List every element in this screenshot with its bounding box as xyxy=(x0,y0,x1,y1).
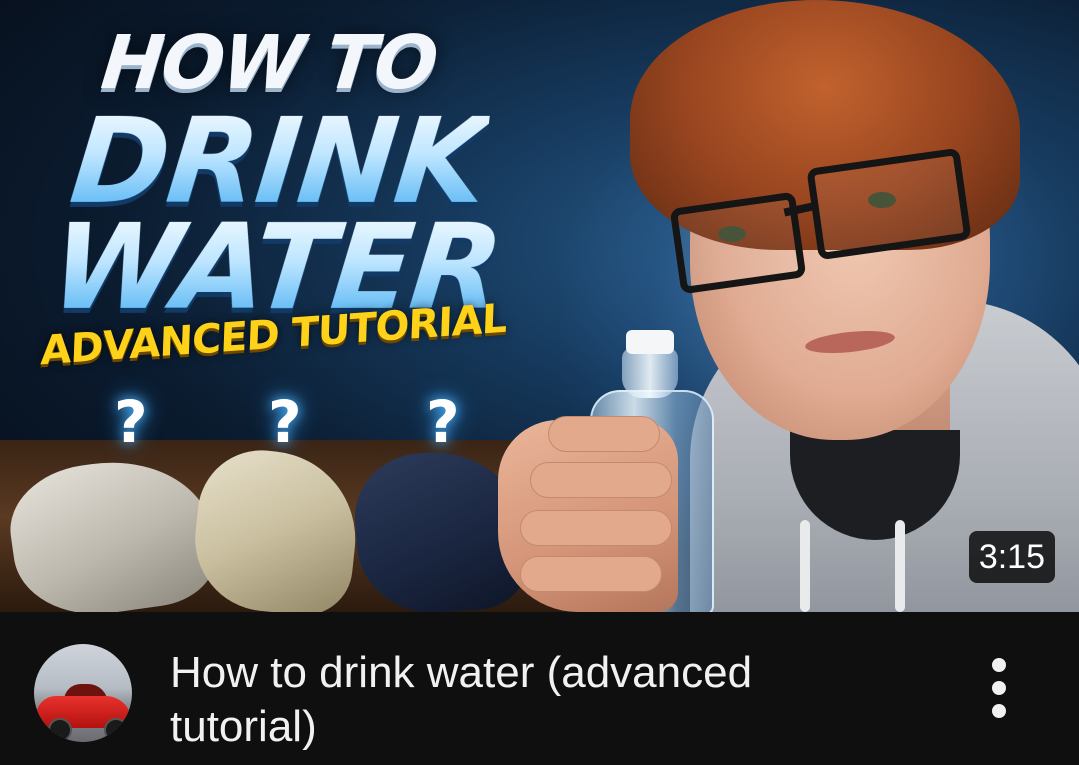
bottle-neck xyxy=(622,348,678,398)
question-mark: ? xyxy=(426,388,460,456)
hand-finger xyxy=(548,416,660,452)
more-vertical-icon xyxy=(992,658,1006,672)
video-info-row: How to drink water (advanced tutorial) xyxy=(0,612,1079,765)
hand-finger xyxy=(530,462,672,498)
duration-badge: 3:15 xyxy=(968,531,1055,583)
channel-avatar[interactable] xyxy=(34,644,132,742)
hoodie-drawstring xyxy=(895,520,905,612)
hand-finger xyxy=(520,510,672,546)
more-vertical-icon xyxy=(992,704,1006,718)
video-card: HOW TO DRINK WATER ADVANCED TUTORIAL ? ?… xyxy=(0,0,1079,765)
video-title[interactable]: How to drink water (advanced tutorial) xyxy=(170,646,830,754)
question-mark: ? xyxy=(114,388,148,456)
video-thumbnail[interactable]: HOW TO DRINK WATER ADVANCED TUTORIAL ? ?… xyxy=(0,0,1079,612)
question-mark: ? xyxy=(268,388,302,456)
car-wheel xyxy=(48,718,72,742)
more-options-button[interactable] xyxy=(976,648,1024,728)
hoodie-drawstring xyxy=(800,520,810,612)
car-wheel xyxy=(104,718,128,742)
more-vertical-icon xyxy=(992,681,1006,695)
bottle-cap xyxy=(626,330,674,354)
hand-finger xyxy=(520,556,662,592)
